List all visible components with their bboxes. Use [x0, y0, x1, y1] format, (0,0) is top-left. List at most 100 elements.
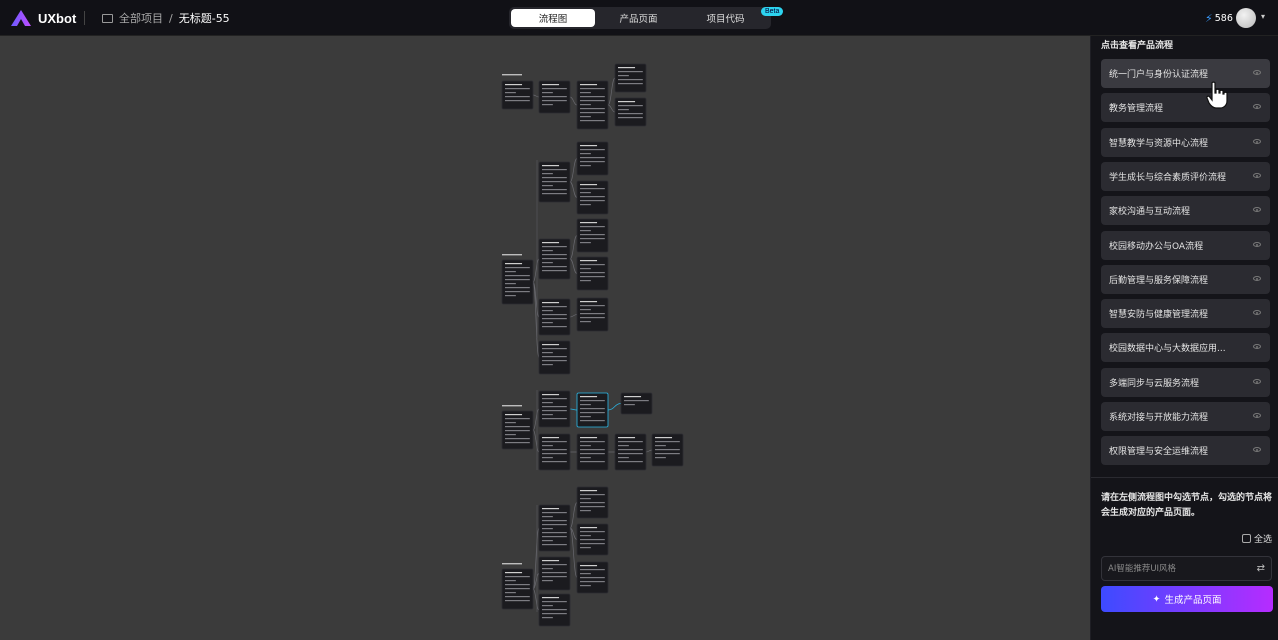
node-text-line	[580, 547, 591, 549]
breadcrumb-root[interactable]: 全部项目	[119, 10, 163, 26]
flow-node[interactable]	[501, 80, 534, 110]
flow-item[interactable]: 权限管理与安全运维流程	[1101, 436, 1270, 466]
flow-node[interactable]	[538, 238, 571, 280]
flow-node[interactable]	[538, 593, 571, 627]
breadcrumb-current[interactable]: 无标题-55	[179, 10, 230, 26]
checkbox-icon[interactable]	[1242, 534, 1251, 543]
credits[interactable]: ⚡ 586	[1205, 12, 1233, 25]
eye-icon[interactable]	[1253, 172, 1261, 178]
flow-node[interactable]	[576, 80, 609, 130]
tab-project-code[interactable]: 项目代码	[682, 9, 769, 27]
flow-node[interactable]	[576, 392, 609, 428]
ui-style-input[interactable]	[1108, 562, 1248, 576]
node-text-line	[505, 588, 530, 590]
node-text-line	[542, 193, 567, 195]
node-text-line	[505, 592, 516, 594]
node-text-line	[542, 326, 567, 328]
node-text-line	[580, 449, 605, 451]
eye-icon[interactable]	[1253, 70, 1261, 75]
flow-node[interactable]	[576, 218, 609, 253]
flow-node[interactable]	[576, 561, 609, 594]
flow-node[interactable]	[576, 180, 609, 215]
node-text-line	[542, 185, 553, 187]
eye-icon[interactable]	[1253, 241, 1261, 247]
flow-node[interactable]	[538, 80, 571, 114]
flow-node[interactable]	[576, 256, 609, 291]
flow-item[interactable]: 统一门户与身份认证流程	[1101, 59, 1270, 88]
generate-pages-button[interactable]: ✦ 生成产品页面	[1101, 586, 1273, 612]
node-text-line	[580, 112, 605, 114]
eye-icon[interactable]	[1253, 413, 1261, 418]
flow-node[interactable]	[576, 297, 609, 332]
node-text-line	[542, 617, 553, 619]
tab-flowchart[interactable]: 流程图	[511, 9, 595, 27]
node-text-line	[580, 242, 591, 244]
node-text-line	[542, 84, 560, 86]
ui-style-field[interactable]: ⇄	[1101, 556, 1272, 581]
node-text-line	[505, 263, 523, 265]
flow-node[interactable]	[538, 298, 571, 336]
node-text-line	[542, 457, 553, 459]
flow-item-label: 智慧教学与资源中心流程	[1109, 138, 1209, 149]
flow-item[interactable]: 后勤管理与服务保障流程	[1101, 264, 1270, 294]
flow-node[interactable]	[538, 556, 571, 591]
flow-node[interactable]	[501, 259, 534, 305]
flow-node[interactable]	[576, 523, 609, 556]
eye-icon[interactable]	[1253, 207, 1261, 213]
eye-icon[interactable]	[1253, 378, 1261, 384]
flow-node[interactable]	[614, 433, 647, 471]
eye-icon[interactable]	[1253, 344, 1261, 350]
flow-node[interactable]	[538, 161, 571, 203]
flow-node[interactable]	[614, 97, 647, 127]
tab-product-pages[interactable]: 产品页面	[595, 9, 682, 27]
flow-item[interactable]: 校园数据中心与大数据应用...	[1101, 333, 1270, 363]
flow-item[interactable]: 校园移动办公与OA流程	[1101, 230, 1270, 260]
node-text-line	[542, 189, 567, 191]
flow-node[interactable]	[651, 433, 684, 467]
node-text-line	[580, 96, 605, 98]
flow-item[interactable]: 多端同步与云服务流程	[1101, 367, 1270, 397]
node-text-line	[542, 246, 567, 248]
eye-icon[interactable]	[1253, 138, 1261, 144]
flow-node[interactable]	[576, 433, 609, 471]
flow-connector	[607, 403, 622, 411]
avatar[interactable]	[1236, 8, 1256, 28]
chevron-down-icon[interactable]: ▾	[1261, 12, 1265, 21]
node-text-line	[542, 564, 567, 566]
flow-node[interactable]	[576, 486, 609, 519]
node-text-line	[542, 568, 553, 570]
logo[interactable]: UXbot	[10, 8, 76, 28]
flow-node[interactable]	[538, 340, 571, 375]
node-text-line	[580, 153, 591, 155]
flow-item[interactable]: 智慧教学与资源中心流程	[1101, 127, 1270, 157]
eye-icon[interactable]	[1253, 447, 1261, 453]
group-label	[502, 74, 522, 76]
flow-item[interactable]: 家校沟通与互动流程	[1101, 196, 1270, 226]
flow-node[interactable]	[501, 568, 534, 610]
select-all-checkbox[interactable]: 全选	[1242, 532, 1272, 545]
eye-icon[interactable]	[1253, 310, 1261, 316]
node-text-line	[580, 272, 605, 274]
flow-item[interactable]: 系统对接与开放能力流程	[1101, 402, 1270, 431]
swap-icon[interactable]: ⇄	[1257, 563, 1265, 574]
flow-node[interactable]	[501, 410, 534, 450]
flow-item[interactable]: 智慧安防与健康管理流程	[1101, 299, 1270, 329]
flow-node[interactable]	[576, 141, 609, 176]
flow-node[interactable]	[538, 433, 571, 471]
node-text-line	[542, 508, 560, 510]
flow-node[interactable]	[620, 392, 653, 415]
node-text-line	[542, 580, 553, 582]
flow-node[interactable]	[538, 504, 571, 552]
node-text-line	[542, 512, 567, 514]
eye-icon[interactable]	[1253, 104, 1261, 110]
flow-node[interactable]	[538, 390, 571, 428]
node-text-line	[542, 344, 560, 346]
flow-item[interactable]: 教务管理流程	[1101, 93, 1270, 123]
flow-item[interactable]: 学生成长与综合素质评价流程	[1101, 161, 1270, 191]
flowchart-canvas[interactable]	[0, 36, 1090, 640]
eye-icon[interactable]	[1253, 275, 1261, 281]
node-text-line	[542, 536, 567, 538]
flow-connector	[569, 181, 578, 198]
flowchart-diagram[interactable]	[0, 36, 1090, 640]
flow-node[interactable]	[614, 63, 647, 93]
